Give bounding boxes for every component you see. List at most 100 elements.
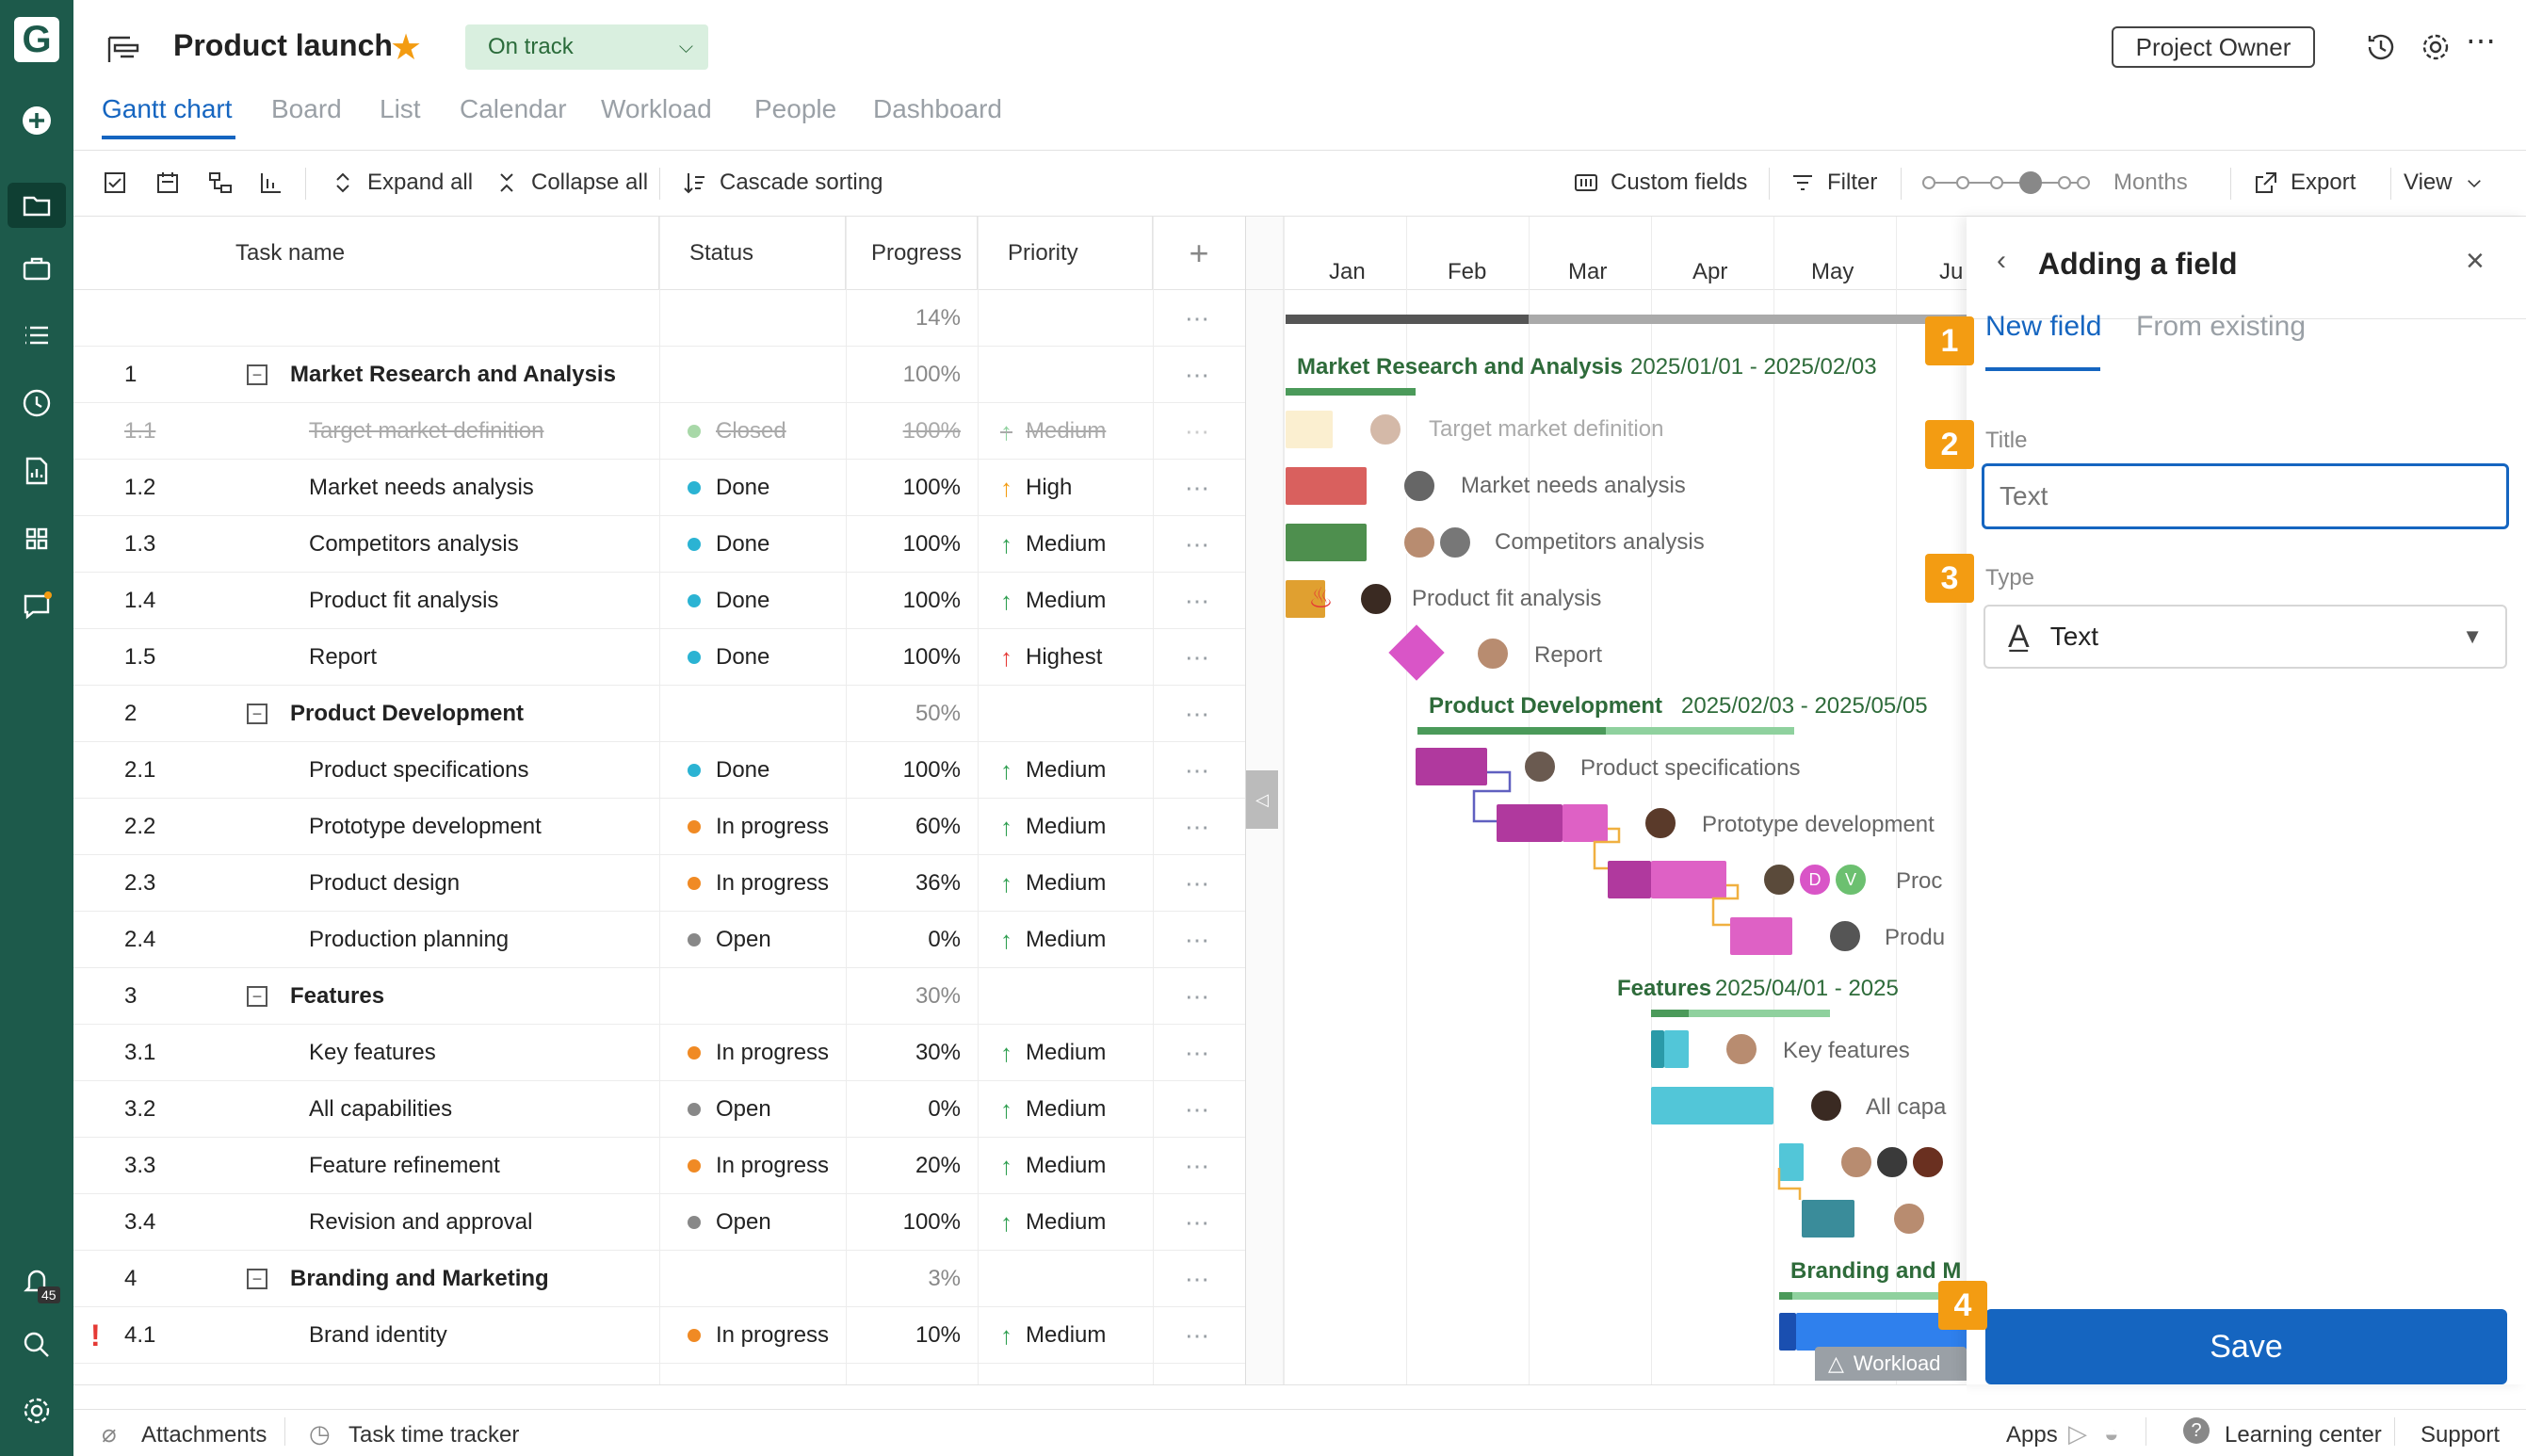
table-row[interactable]: 1.3 Competitors analysis Done 100% ↑ Medium ⋯ — [73, 516, 1245, 573]
custom-fields-button[interactable]: Custom fields — [1573, 164, 1747, 202]
apple-icon[interactable]: ◒ — [2104, 1419, 2119, 1448]
table-row[interactable]: 2.2 Prototype development In progress 60% ↑ M… — [73, 799, 1245, 855]
collapse-toggle-icon[interactable]: − — [247, 1269, 267, 1289]
status-cell[interactable]: In progress — [688, 1138, 829, 1194]
status-cell[interactable]: Done — [688, 573, 769, 629]
status-cell[interactable]: Open — [688, 912, 771, 968]
export-button[interactable]: Export — [2253, 164, 2356, 202]
close-icon[interactable]: × — [2466, 243, 2485, 280]
search-icon[interactable] — [18, 1326, 56, 1364]
row-menu-icon[interactable]: ⋯ — [1185, 855, 1210, 912]
progress-cell[interactable]: 50% — [846, 686, 961, 742]
clock-icon[interactable] — [18, 384, 56, 422]
task-name[interactable]: Feature refinement — [309, 1138, 500, 1194]
status-cell[interactable]: In progress — [688, 799, 829, 855]
row-menu-icon[interactable]: ⋯ — [1185, 516, 1210, 573]
progress-cell[interactable]: 100% — [846, 347, 961, 403]
settings-icon[interactable] — [18, 1392, 56, 1430]
task-name[interactable]: Product design — [309, 855, 460, 912]
status-cell[interactable]: Open — [688, 1194, 771, 1251]
expand-all-button[interactable]: Expand all — [330, 164, 473, 202]
column-header-progress[interactable]: Progress — [846, 217, 978, 290]
back-arrow-icon[interactable]: ‹ — [1997, 245, 2006, 277]
collapse-toggle-icon[interactable]: − — [247, 364, 267, 385]
apps-link[interactable]: Apps — [2006, 1422, 2058, 1448]
projects-icon[interactable] — [8, 183, 66, 228]
progress-cell[interactable]: 30% — [846, 1025, 961, 1081]
tab-board[interactable]: Board — [271, 94, 342, 124]
task-name[interactable]: Branding and Marketing — [290, 1251, 549, 1307]
progress-cell[interactable]: 100% — [846, 460, 961, 516]
status-cell[interactable]: Done — [688, 742, 769, 799]
priority-cell[interactable]: ↑ Medium — [1000, 403, 1106, 460]
gantt-task-bar[interactable] — [1286, 411, 1333, 448]
favorite-star-icon[interactable]: ★ — [390, 26, 422, 69]
status-cell[interactable]: In progress — [688, 1307, 829, 1364]
row-menu-icon[interactable]: ⋯ — [1185, 1138, 1210, 1194]
row-menu-icon[interactable]: ⋯ — [1185, 1081, 1210, 1138]
table-row[interactable]: 3.3 Feature refinement In progress 20% ↑ Medi… — [73, 1138, 1245, 1194]
status-cell[interactable]: In progress — [688, 1025, 829, 1081]
gantt-task-bar[interactable] — [1802, 1200, 1854, 1238]
gantt-task-bar[interactable] — [1286, 524, 1367, 561]
progress-cell[interactable]: 100% — [846, 516, 961, 573]
table-row[interactable]: 1.2 Market needs analysis Done 100% ↑ High ⋯ — [73, 460, 1245, 516]
gantt-milestone[interactable] — [1388, 624, 1445, 681]
row-menu-icon[interactable]: ⋯ — [1185, 1025, 1210, 1081]
tab-list[interactable]: List — [380, 94, 421, 124]
row-menu-icon[interactable]: ⋯ — [1185, 686, 1210, 742]
baseline-tool-icon[interactable] — [258, 164, 284, 202]
table-row[interactable]: 3.2 All capabilities Open 0% ↑ Medium ⋯ — [73, 1081, 1245, 1138]
status-cell[interactable]: In progress — [688, 855, 829, 912]
progress-cell[interactable]: 60% — [846, 799, 961, 855]
row-menu-icon[interactable]: ⋯ — [1185, 573, 1210, 629]
table-row[interactable]: 2.4 Production planning Open 0% ↑ Medium ⋯ — [73, 912, 1245, 968]
task-name[interactable]: Product fit analysis — [309, 573, 498, 629]
task-name[interactable]: Report — [309, 629, 377, 686]
table-row[interactable]: 3.1 Key features In progress 30% ↑ Medium ⋯ — [73, 1025, 1245, 1081]
progress-cell[interactable]: 100% — [846, 403, 961, 460]
collapse-toggle-icon[interactable]: − — [247, 704, 267, 724]
type-select[interactable]: A̲ Text ▼ — [1984, 605, 2507, 669]
progress-cell[interactable]: 100% — [846, 629, 961, 686]
settings-gear-icon[interactable] — [2419, 30, 2453, 64]
table-row[interactable]: 3.4 Revision and approval Open 100% ↑ Medium ⋯ — [73, 1194, 1245, 1251]
gantt-task-bar[interactable] — [1608, 861, 1651, 898]
row-menu-icon[interactable]: ⋯ — [1185, 912, 1210, 968]
title-input[interactable] — [1982, 463, 2509, 529]
group-row[interactable]: 4 − Branding and Marketing 3% ⋯ — [73, 1251, 1245, 1307]
add-column-icon[interactable]: + — [1153, 217, 1245, 290]
progress-cell[interactable]: 100% — [846, 1194, 961, 1251]
progress-cell[interactable]: 20% — [846, 1138, 961, 1194]
task-name[interactable]: Target market definition — [309, 403, 543, 460]
progress-cell[interactable]: 100% — [846, 742, 961, 799]
checkbox-tool-icon[interactable] — [102, 164, 128, 202]
chat-icon[interactable] — [18, 588, 56, 625]
calendar-tool-icon[interactable] — [154, 164, 181, 202]
attachments-link[interactable]: Attachments — [141, 1422, 267, 1448]
support-link[interactable]: Support — [2421, 1422, 2500, 1448]
task-name[interactable]: Features — [290, 968, 384, 1025]
row-menu-icon[interactable]: ⋯ — [1185, 1194, 1210, 1251]
task-name[interactable]: Brand identity — [309, 1307, 447, 1364]
gantt-task-bar[interactable] — [1779, 1313, 1796, 1351]
status-cell[interactable]: Closed — [688, 403, 786, 460]
progress-cell[interactable]: 100% — [846, 573, 961, 629]
status-cell[interactable]: Done — [688, 516, 769, 573]
task-name[interactable]: Key features — [309, 1025, 436, 1081]
status-cell[interactable]: Done — [688, 629, 769, 686]
priority-cell[interactable]: ↑ Medium — [1000, 1194, 1106, 1251]
table-row[interactable]: 1.5 Report Done 100% ↑ Highest ⋯ — [73, 629, 1245, 686]
row-menu-icon[interactable]: ⋯ — [1185, 347, 1210, 403]
column-header-task[interactable]: Task name — [73, 217, 659, 290]
tab-dashboard[interactable]: Dashboard — [873, 94, 1002, 124]
view-dropdown[interactable]: View — [2404, 164, 2485, 202]
priority-cell[interactable]: ↑ Medium — [1000, 742, 1106, 799]
priority-cell[interactable]: ↑ Medium — [1000, 1025, 1106, 1081]
tab-from-existing[interactable]: From existing — [2136, 311, 2306, 343]
priority-cell[interactable]: ↑ Medium — [1000, 912, 1106, 968]
group-row[interactable]: 2 − Product Development 50% ⋯ — [73, 686, 1245, 742]
task-name[interactable]: Revision and approval — [309, 1194, 532, 1251]
cascade-sorting-button[interactable]: Cascade sorting — [682, 164, 882, 202]
tab-calendar[interactable]: Calendar — [460, 94, 567, 124]
